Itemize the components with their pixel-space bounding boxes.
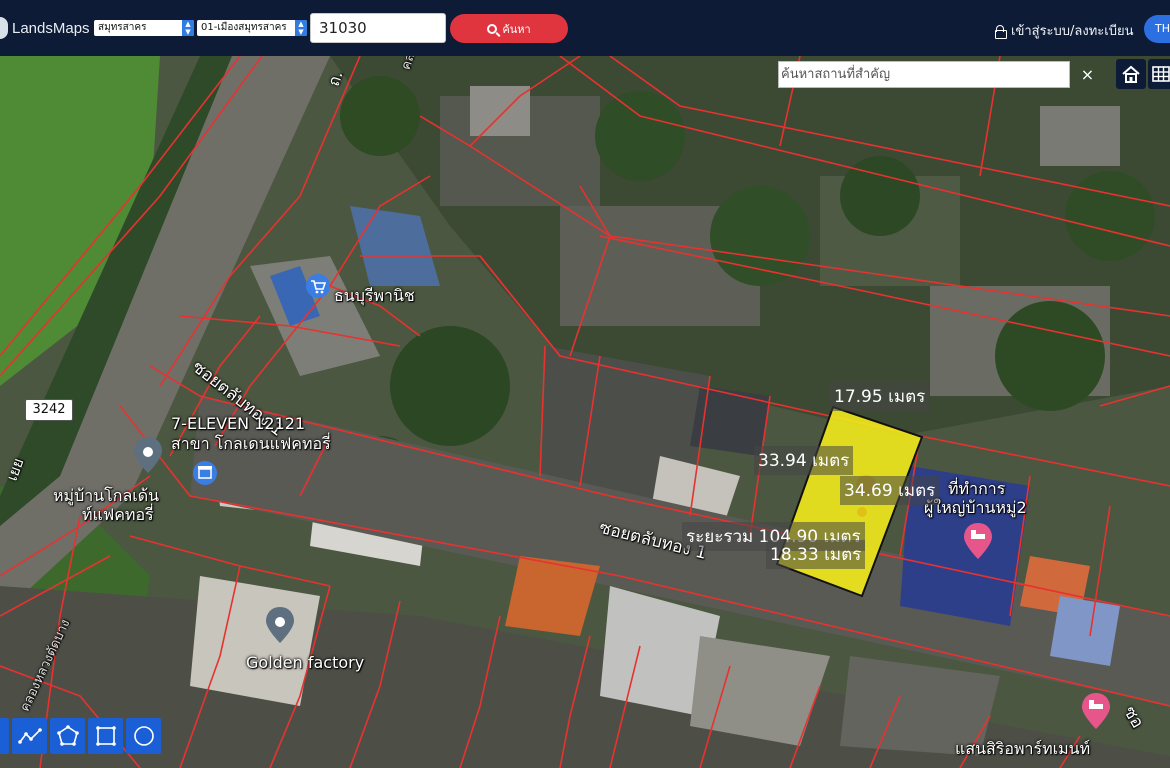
place-label-golden-factory[interactable]: Golden factory (246, 653, 364, 672)
place-label-golden-village-2[interactable]: ท์แฟคทอรี่ (82, 503, 154, 528)
grid-icon (1152, 66, 1170, 82)
measure-bottom: 18.33 เมตร (766, 540, 866, 569)
login-label: เข้าสู่ระบบ/ลงทะเบียน (1011, 24, 1134, 39)
draw-rectangle-button[interactable] (88, 718, 123, 754)
top-nav-bar: LandsMaps สมุทรสาคร ▲ ▼ 01-เมืองสมุทรสาคร… (0, 0, 1170, 56)
select-arrows-icon: ▲ ▼ (295, 20, 307, 36)
measure-right: 34.69 เมตร (840, 476, 940, 505)
store-icon[interactable] (193, 461, 217, 485)
polyline-icon (17, 728, 42, 744)
logo-text: LandsMaps (12, 19, 90, 37)
home-button[interactable] (1116, 59, 1146, 89)
home-icon (1122, 65, 1140, 83)
language-button[interactable]: TH (1144, 15, 1170, 43)
province-select[interactable]: สมุทรสาคร ▲ ▼ (94, 20, 194, 36)
map-canvas[interactable]: ซอยตลับทอง 1 ซอยตลับทอง 1 คลองหลวงเจ คลอ… (0, 56, 1170, 768)
measure-left: 33.94 เมตร (754, 446, 854, 475)
select-arrows-icon: ▲ ▼ (182, 20, 194, 36)
search-button[interactable]: ค้นหา (450, 14, 568, 43)
district-select-value: 01-เมืองสมุทรสาคร (201, 22, 287, 33)
login-link[interactable]: เข้าสู่ระบบ/ลงทะเบียน (995, 20, 1133, 41)
parcel-number-input[interactable]: 31030 (310, 13, 446, 43)
measure-top: 17.95 เมตร (830, 382, 930, 411)
place-label-headman-office-2[interactable]: ผู้ใหญ่บ้านหมู่2 (924, 496, 1027, 521)
search-icon (487, 23, 498, 34)
polygon-icon (56, 725, 79, 746)
rectangle-icon (95, 726, 116, 746)
place-label-thonburi-panich[interactable]: ธนบุรีพานิช (334, 284, 415, 309)
search-button-label: ค้นหา (502, 22, 531, 36)
shopping-cart-icon[interactable] (306, 274, 330, 298)
satellite-imagery (0, 56, 1170, 768)
logo-icon (0, 17, 8, 39)
layers-button[interactable] (1148, 59, 1170, 89)
district-select[interactable]: 01-เมืองสมุทรสาคร ▲ ▼ (197, 20, 307, 36)
draw-line-button[interactable] (12, 718, 47, 754)
draw-polygon-button[interactable] (50, 718, 85, 754)
place-label-7-eleven[interactable]: 7-ELEVEN 12121 (171, 414, 305, 433)
lock-icon (995, 24, 1007, 39)
province-select-value: สมุทรสาคร (98, 22, 147, 33)
route-number-badge: 3242 (25, 399, 73, 421)
circle-icon (133, 726, 154, 746)
close-search-button[interactable]: × (1074, 61, 1101, 88)
tool-partial-button[interactable] (0, 718, 9, 754)
place-search-input[interactable]: ค้นหาสถานที่สำคัญ (778, 61, 1070, 88)
place-label-sansiri-apartment[interactable]: แสนสิริอพาร์ทเมนท์ (955, 737, 1090, 762)
place-label-7-eleven-branch[interactable]: สาขา โกลเดนแฟคทอรี่ (171, 432, 331, 457)
drawing-toolbar (0, 718, 161, 754)
draw-circle-button[interactable] (126, 718, 161, 754)
logo[interactable]: LandsMaps (0, 16, 90, 40)
